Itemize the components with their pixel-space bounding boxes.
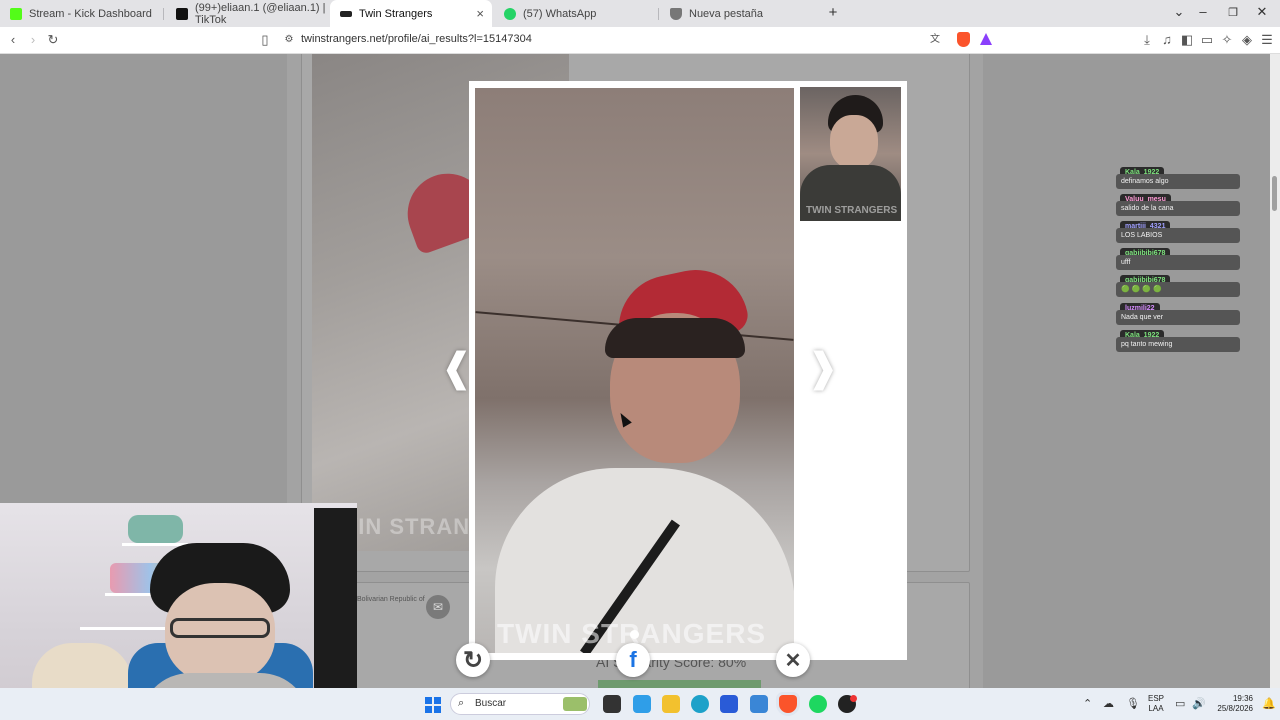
vpn-icon[interactable]: ◈ (1238, 31, 1256, 49)
wallet-icon[interactable]: ▭ (1198, 31, 1216, 49)
next-arrow-icon[interactable]: ❱ (806, 345, 840, 391)
tab-separator (658, 8, 659, 20)
ai-score-bar (598, 680, 761, 688)
page-scrollbar[interactable] (1270, 54, 1280, 688)
leo-ai-icon[interactable]: ✧ (1218, 31, 1236, 49)
close-modal-button[interactable]: ✕ (776, 643, 810, 677)
download-icon[interactable]: ⤓ (1138, 31, 1156, 49)
clock-date: 25/8/2026 (1217, 704, 1253, 713)
notifications-icon[interactable]: 🔔 (1262, 697, 1276, 710)
microphone-icon[interactable]: 🎙 (1126, 697, 1140, 710)
whatsapp-icon (504, 7, 516, 20)
kick-icon (10, 7, 22, 20)
reload-icon[interactable]: ↻ (44, 31, 62, 49)
tab-title: Twin Strangers (359, 7, 433, 20)
file-explorer-icon[interactable] (662, 695, 680, 713)
close-icon: ✕ (784, 649, 802, 672)
tab-search-chevron-icon[interactable]: ⌄ (1169, 4, 1189, 20)
tab-title: (57) WhatsApp (523, 7, 597, 20)
bookmark-icon[interactable]: ▯ (256, 31, 274, 49)
language-indicator[interactable]: ESP LAA (1148, 694, 1164, 714)
tab-new[interactable]: Nueva pestaña (660, 0, 822, 27)
thumbnail-photo[interactable]: TWIN STRANGERS (800, 87, 901, 221)
language-code: ESP (1148, 694, 1165, 703)
tab-twin-strangers[interactable]: Twin Strangers × (330, 0, 492, 27)
translate-icon[interactable]: 文 (926, 31, 944, 49)
tiktok-icon (176, 7, 188, 20)
tab-tiktok[interactable]: (99+)eliaan.1 (@eliaan.1) | TikTok (166, 0, 328, 27)
tab-kick[interactable]: Stream - Kick Dashboard (0, 0, 160, 27)
sidebar-icon[interactable]: ◧ (1178, 31, 1196, 49)
widgets-icon[interactable] (633, 695, 651, 713)
back-icon[interactable]: ‹ (4, 31, 22, 49)
thumb-watermark: TWIN STRANGERS (806, 205, 898, 216)
country-label: Bolivarian Republic of (357, 596, 425, 603)
minimize-icon[interactable]: – (1193, 4, 1213, 19)
tab-title: (99+)eliaan.1 (@eliaan.1) | TikTok (195, 1, 326, 26)
onedrive-icon[interactable]: ☁ (1103, 697, 1114, 710)
main-photo: TWIN STRANGERS (475, 88, 794, 653)
maximize-icon[interactable]: ❐ (1223, 6, 1243, 19)
taskbar-search-box[interactable]: ⌕ Buscar (450, 693, 590, 715)
chat-message: LOS LABIOS (1116, 228, 1240, 243)
search-icon: ⌕ (458, 697, 465, 709)
search-placeholder: Buscar (475, 698, 507, 709)
network-icon[interactable]: ▭ (1175, 697, 1185, 710)
tray-chevron-icon[interactable]: ⌃ (1083, 697, 1092, 710)
clock[interactable]: 19:36 25/8/2026 (1213, 694, 1253, 714)
refresh-icon: ↻ (462, 646, 484, 674)
edge-icon[interactable] (691, 695, 709, 713)
thumb-face-shape (830, 115, 878, 169)
site-info-icon[interactable]: ⚙ (280, 31, 298, 49)
message-icon[interactable]: ✉ (426, 595, 450, 619)
notification-badge (850, 695, 857, 702)
shelf-shape (80, 627, 170, 630)
hair-shape (605, 318, 745, 358)
store-icon[interactable] (720, 695, 738, 713)
volume-icon[interactable]: 🔊 (1192, 697, 1206, 710)
facebook-share-button[interactable]: f (616, 643, 650, 677)
browser-toolbar (0, 27, 1280, 54)
tab-title: Nueva pestaña (689, 7, 763, 20)
layout-code: LAA (1148, 704, 1164, 713)
share-dot (630, 630, 639, 639)
twin-strangers-icon (340, 10, 352, 17)
brave-rewards-icon[interactable] (980, 33, 992, 45)
spotify-icon[interactable] (809, 695, 827, 713)
tab-close-icon[interactable]: × (476, 6, 484, 21)
brave-shields-icon[interactable] (957, 32, 970, 47)
tab-whatsapp[interactable]: (57) WhatsApp (494, 0, 656, 27)
chat-message: Nada que ver (1116, 310, 1240, 325)
chat-message: pq tanto mewing (1116, 337, 1240, 352)
brave-taskbar-icon[interactable] (779, 695, 797, 713)
new-tab-button[interactable]: + (823, 4, 843, 21)
tab-title: Stream - Kick Dashboard (29, 7, 152, 20)
facebook-icon: f (629, 647, 637, 672)
outlook-icon[interactable] (750, 695, 768, 713)
windows-start-icon[interactable] (425, 697, 441, 713)
window-close-icon[interactable]: ✕ (1252, 4, 1272, 20)
address-bar[interactable]: twinstrangers.net/profile/ai_results?l=1… (301, 33, 532, 45)
clock-time: 19:36 (1232, 694, 1253, 703)
scrollbar-thumb[interactable] (1272, 176, 1277, 211)
chat-message: definamos algo (1116, 174, 1240, 189)
glasses-shape (170, 618, 270, 638)
menu-icon[interactable]: ☰ (1258, 31, 1276, 49)
media-icon[interactable]: ♫ (1158, 31, 1176, 49)
search-highlight-icon (563, 697, 587, 711)
refresh-button[interactable]: ↻ (456, 643, 490, 677)
forward-icon[interactable]: › (24, 31, 42, 49)
chat-message: ufff (1116, 255, 1240, 270)
chat-message: salido de la cana (1116, 201, 1240, 216)
prev-arrow-icon[interactable]: ❰ (440, 345, 474, 391)
toy-shape (128, 515, 183, 543)
brave-shield-icon (670, 7, 682, 20)
task-view-icon[interactable] (603, 695, 621, 713)
tab-separator (163, 8, 164, 20)
chat-message: 🟢 🟢 🟢 🟢 (1116, 282, 1240, 297)
